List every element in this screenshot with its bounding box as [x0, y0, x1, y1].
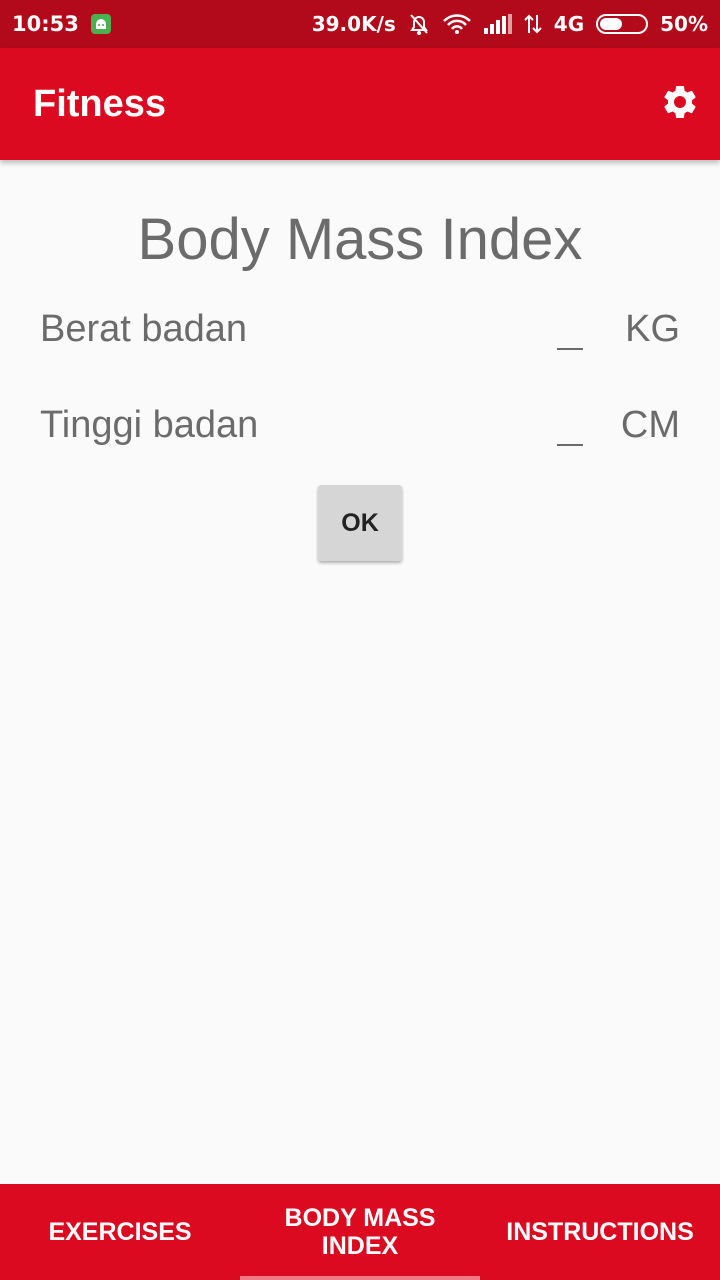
tab-exercises[interactable]: EXERCISES [0, 1184, 240, 1280]
signal-icon [483, 14, 512, 34]
app-bar: Fitness [0, 48, 720, 160]
tab-label: EXERCISES [48, 1218, 192, 1246]
net-speed: 39.0K/s [311, 12, 396, 36]
battery-fill [600, 18, 623, 30]
network-type: 4G [553, 12, 585, 36]
height-label: Tinggi badan [40, 404, 259, 446]
battery-icon [596, 14, 649, 34]
bell-off-icon [408, 12, 430, 36]
height-input[interactable] [557, 444, 583, 446]
tab-instructions[interactable]: INSTRUCTIONS [480, 1184, 720, 1280]
wifi-icon [442, 13, 472, 35]
weight-label: Berat badan [40, 308, 248, 350]
bmi-content: Body Mass Index Berat badan KG Tinggi ba… [0, 160, 720, 1184]
app-title: Fitness [33, 82, 167, 125]
status-left: 10:53 [12, 12, 111, 36]
battery-percent: 50% [660, 12, 708, 36]
status-bar: 10:53 39.0K/s 4G 50% [0, 0, 720, 48]
weight-row: Berat badan KG [40, 308, 680, 368]
height-unit: CM [620, 404, 680, 446]
bottom-tab-bar: EXERCISES BODY MASS INDEX INSTRUCTIONS [0, 1184, 720, 1280]
tab-body-mass-index[interactable]: BODY MASS INDEX [240, 1184, 480, 1280]
status-time: 10:53 [12, 12, 79, 36]
height-row: Tinggi badan CM [40, 404, 680, 464]
gear-icon [660, 82, 700, 127]
selected-tab-indicator [240, 1276, 480, 1280]
settings-button[interactable] [656, 80, 704, 128]
android-debug-icon [90, 14, 111, 34]
weight-unit: KG [625, 308, 680, 350]
tab-label: BODY MASS INDEX [284, 1204, 436, 1260]
weight-input[interactable] [557, 348, 583, 350]
status-right: 39.0K/s 4G 50% [312, 12, 708, 36]
data-arrows-icon [524, 13, 542, 35]
ok-button[interactable]: OK [318, 485, 402, 561]
page-title: Body Mass Index [137, 207, 583, 272]
tab-label: INSTRUCTIONS [506, 1218, 694, 1246]
